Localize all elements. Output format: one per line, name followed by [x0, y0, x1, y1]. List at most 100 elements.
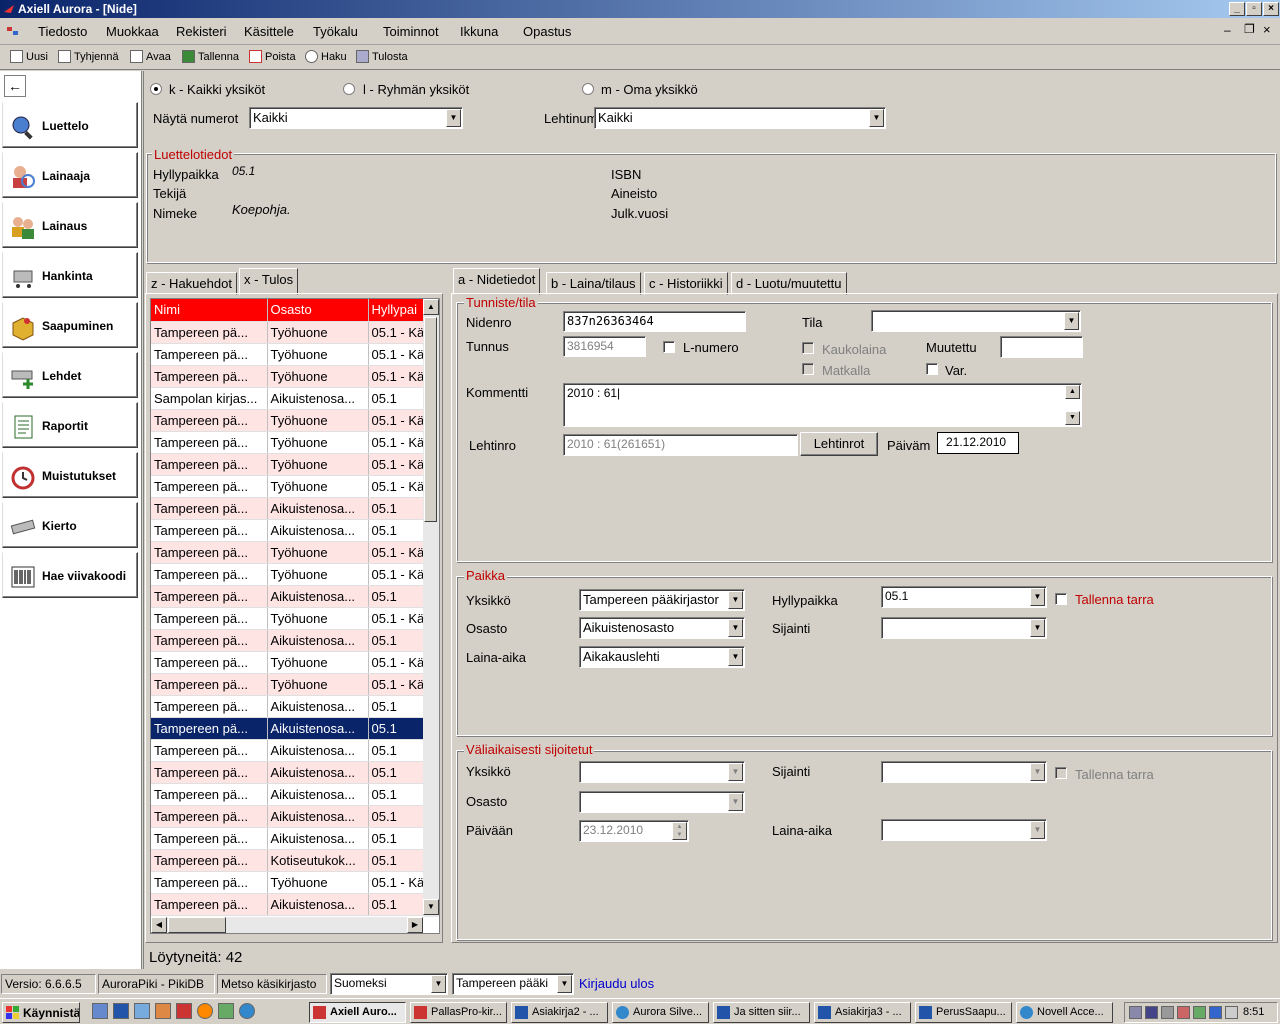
- chevron-down-icon[interactable]: ▼: [728, 619, 743, 637]
- table-row[interactable]: Tampereen pä... Aikuistenosa... 05.1: [151, 519, 435, 542]
- task-axiell-aurora[interactable]: Axiell Auro...: [309, 1002, 406, 1023]
- interlibrary-loan-checkbox[interactable]: [802, 342, 814, 354]
- comment-textarea[interactable]: 2010 : 61| ▲ ▼: [563, 383, 1082, 427]
- chevron-down-icon[interactable]: ▼: [728, 793, 743, 811]
- table-row[interactable]: Tampereen pä... Aikuistenosa... 05.1: [151, 739, 435, 762]
- date-input[interactable]: 21.12.2010: [937, 432, 1019, 454]
- table-row[interactable]: Tampereen pä... Työhuone 05.1 - Käs: [151, 871, 435, 894]
- radio-own-unit[interactable]: [582, 83, 594, 95]
- l-number-checkbox[interactable]: [663, 341, 675, 353]
- nav-kierto[interactable]: Kierto: [2, 502, 138, 548]
- chevron-down-icon[interactable]: ▼: [446, 109, 461, 127]
- menu-rekisteri[interactable]: Rekisteri: [176, 24, 227, 39]
- menu-tiedosto[interactable]: Tiedosto: [38, 24, 87, 39]
- nav-lainaus[interactable]: Lainaus: [2, 202, 138, 248]
- table-row[interactable]: Tampereen pä... Aikuistenosa... 05.1: [151, 827, 435, 850]
- tray-app-icon[interactable]: [1209, 1006, 1222, 1019]
- chevron-down-icon[interactable]: ▼: [557, 975, 572, 993]
- scroll-up-icon[interactable]: ▲: [423, 299, 439, 315]
- clear-button[interactable]: Tyhjennä: [58, 50, 119, 63]
- tray-app-icon[interactable]: [1129, 1006, 1142, 1019]
- scroll-down-icon[interactable]: ▼: [1065, 411, 1080, 425]
- tab-item-details[interactable]: a - Nidetiedot: [453, 268, 541, 295]
- print-button[interactable]: Tulosta: [356, 50, 408, 63]
- column-header-department[interactable]: Osasto: [267, 299, 369, 322]
- menu-muokkaa[interactable]: Muokkaa: [106, 24, 159, 39]
- table-row[interactable]: Tampereen pä... Työhuone 05.1 - Käs: [151, 651, 435, 674]
- tab-search-criteria[interactable]: z - Hakuehdot: [146, 272, 237, 295]
- menu-toiminnot[interactable]: Toiminnot: [383, 24, 439, 39]
- new-button[interactable]: Uusi: [10, 50, 48, 63]
- task-novell-access[interactable]: Novell Acce...: [1016, 1002, 1113, 1023]
- grid-vertical-scrollbar[interactable]: ▲ ▼: [423, 299, 439, 917]
- temp-save-label-checkbox[interactable]: [1055, 767, 1067, 779]
- start-button[interactable]: Käynnistä: [2, 1002, 80, 1023]
- chevron-down-icon[interactable]: ▼: [1030, 588, 1045, 606]
- radio-group-units[interactable]: [343, 83, 355, 95]
- table-row[interactable]: Tampereen pä... Työhuone 05.1 - Käs: [151, 365, 435, 388]
- search-button[interactable]: Haku: [305, 50, 347, 63]
- issue-no-input[interactable]: 2010 : 61(261651): [563, 434, 798, 456]
- chevron-down-icon[interactable]: ▼: [1064, 312, 1079, 330]
- table-row[interactable]: Tampereen pä... Aikuistenosa... 05.1: [151, 805, 435, 828]
- until-date-input[interactable]: 23.12.2010 ▲ ▼: [579, 820, 689, 842]
- table-row[interactable]: Tampereen pä... Työhuone 05.1 - Käs: [151, 453, 435, 476]
- table-row[interactable]: Tampereen pä... Työhuone 05.1 - Käs: [151, 343, 435, 366]
- logout-link[interactable]: Kirjaudu ulos: [579, 976, 654, 991]
- hscroll-thumb[interactable]: [168, 917, 226, 933]
- nidenro-input[interactable]: 837n26363464: [563, 311, 746, 332]
- table-row[interactable]: Tampereen pä... Aikuistenosa... 05.1: [151, 761, 435, 784]
- chevron-down-icon[interactable]: ▼: [869, 109, 884, 127]
- child-restore-button[interactable]: ❐: [1244, 22, 1255, 36]
- save-button[interactable]: Tallenna: [182, 50, 239, 63]
- status-select[interactable]: ▼: [871, 310, 1081, 332]
- scroll-up-icon[interactable]: ▲: [1065, 385, 1080, 399]
- temp-loan-period-select[interactable]: ▼: [881, 819, 1047, 841]
- language-select[interactable]: Suomeksi ▼: [330, 973, 448, 995]
- task-asiakirja3[interactable]: Asiakirja3 - ...: [814, 1002, 911, 1023]
- tool-icon[interactable]: [176, 1003, 192, 1019]
- menu-kasittele[interactable]: Käsittele: [244, 24, 294, 39]
- table-row[interactable]: Tampereen pä... Työhuone 05.1 - Käs: [151, 409, 435, 432]
- security-icon[interactable]: [1177, 1006, 1190, 1019]
- loan-period-select[interactable]: Aikakauslehti ▼: [579, 646, 745, 668]
- var-checkbox[interactable]: [926, 363, 938, 375]
- menu-opastus[interactable]: Opastus: [523, 24, 571, 39]
- temp-department-select[interactable]: ▼: [579, 791, 745, 813]
- task-ja-sitten[interactable]: Ja sitten siir...: [713, 1002, 810, 1023]
- temp-unit-select[interactable]: ▼: [579, 761, 745, 783]
- table-row[interactable]: Tampereen pä... Työhuone 05.1 - Käs: [151, 563, 435, 586]
- issue-numbers-button[interactable]: Lehtinrot: [800, 432, 878, 456]
- tab-history[interactable]: c - Historiikki: [644, 272, 728, 295]
- table-row[interactable]: Tampereen pä... Aikuistenosa... 05.1: [151, 629, 435, 652]
- tray-app-icon[interactable]: [1225, 1006, 1238, 1019]
- table-row[interactable]: Tampereen pä... Aikuistenosa... 05.1: [151, 497, 435, 520]
- scroll-right-icon[interactable]: ▶: [407, 917, 423, 933]
- table-row[interactable]: Tampereen pä... Aikuistenosa... 05.1: [151, 585, 435, 608]
- table-row[interactable]: Tampereen pä... Aikuistenosa... 05.1: [151, 783, 435, 806]
- table-row[interactable]: Tampereen pä... Työhuone 05.1 - Käs: [151, 673, 435, 696]
- chevron-down-icon[interactable]: ▼: [728, 591, 743, 609]
- shelf-location-select[interactable]: 05.1 ▼: [881, 586, 1047, 608]
- word-icon[interactable]: [113, 1003, 129, 1019]
- chevron-down-icon[interactable]: ▼: [431, 975, 446, 993]
- chevron-down-icon[interactable]: ▼: [728, 648, 743, 666]
- table-row[interactable]: Tampereen pä... Aikuistenosa... 05.1: [151, 893, 435, 916]
- nav-hae-viivakoodi[interactable]: Hae viivakoodi: [2, 552, 138, 598]
- task-perussaapuminen[interactable]: PerusSaapu...: [915, 1002, 1012, 1023]
- nav-saapuminen[interactable]: Saapuminen: [2, 302, 138, 348]
- volume-icon[interactable]: [1161, 1006, 1174, 1019]
- internet-explorer-icon[interactable]: [239, 1003, 255, 1019]
- table-row[interactable]: Tampereen pä... Aikuistenosa... 05.1: [151, 695, 435, 718]
- chevron-down-icon[interactable]: ▼: [1030, 763, 1045, 781]
- app-icon[interactable]: [218, 1003, 234, 1019]
- minimize-button[interactable]: _: [1229, 2, 1245, 16]
- child-close-button[interactable]: ×: [1263, 22, 1271, 37]
- scroll-thumb[interactable]: [424, 317, 437, 522]
- in-transit-checkbox[interactable]: [802, 363, 814, 375]
- close-button[interactable]: ×: [1263, 2, 1279, 16]
- tab-results[interactable]: x - Tulos: [239, 268, 299, 295]
- chevron-down-icon[interactable]: ▼: [1030, 821, 1045, 839]
- department-select[interactable]: Aikuistenosasto ▼: [579, 617, 745, 639]
- scroll-down-icon[interactable]: ▼: [423, 899, 439, 915]
